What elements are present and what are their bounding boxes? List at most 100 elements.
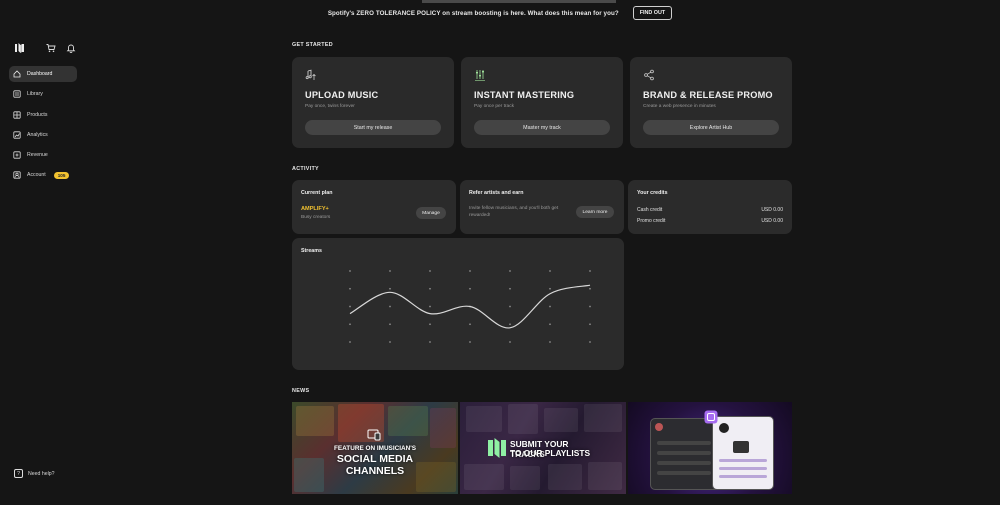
grid-dot	[589, 305, 591, 308]
list-bar	[719, 467, 767, 470]
grid-dot	[429, 270, 431, 272]
banner-text: Spotify's ZERO TOLERANCE POLICY on strea…	[327, 9, 619, 17]
sidebar-item-library[interactable]: Library	[9, 86, 77, 102]
current-plan-title: Current plan	[301, 190, 333, 196]
sidebar-item-dashboard[interactable]: Dashboard	[9, 66, 77, 82]
sidebar-item-label: Library	[27, 91, 43, 98]
grid-dot	[349, 305, 351, 308]
grid-dot	[509, 323, 511, 326]
sidebar-item-revenue[interactable]: Revenue	[9, 147, 77, 163]
sidebar-item-products[interactable]: Products	[9, 107, 77, 123]
sidebar-nav: Dashboard Library Products Analytics Rev…	[9, 66, 77, 188]
grid-dot	[549, 270, 551, 272]
news-card-app[interactable]	[628, 402, 792, 494]
instant-mastering-card: INSTANT MASTERING Pay once per track Mas…	[461, 57, 623, 148]
plan-name: AMPLIFY+	[301, 206, 329, 212]
grid-dot	[429, 305, 431, 308]
thumbnail	[464, 464, 504, 490]
grid-dot	[389, 305, 391, 308]
thumbnail	[544, 408, 578, 432]
sidebar-item-analytics[interactable]: Analytics	[9, 127, 77, 143]
imusician-logo-icon	[486, 437, 508, 464]
grid-dot	[509, 287, 511, 290]
home-icon	[13, 70, 21, 78]
list-bar	[657, 461, 711, 465]
explore-artist-hub-button[interactable]: Explore Artist Hub	[643, 120, 779, 135]
sidebar-item-label: Analytics	[27, 131, 48, 138]
grid-dot	[509, 270, 511, 272]
grid-dot	[549, 287, 551, 290]
manage-button[interactable]: Manage	[416, 207, 446, 219]
thumbnail	[466, 406, 502, 432]
credit-value: USD 0.00	[761, 207, 783, 213]
grid-dot	[349, 341, 351, 343]
sidebar-item-label: Revenue	[27, 152, 48, 159]
card-title: BRAND & RELEASE PROMO	[643, 90, 773, 100]
thumbnail	[584, 404, 622, 432]
grid-dot	[469, 270, 471, 272]
card-subtitle: Pay once, twins forever	[305, 104, 355, 109]
grid-dot	[549, 305, 551, 308]
card-subtitle: Create a web presence in minutes	[643, 104, 716, 109]
cart-icon[interactable]	[46, 40, 56, 53]
streams-chart	[349, 270, 591, 343]
card-subtitle: Pay once per track	[474, 104, 514, 109]
grid-dot	[429, 323, 431, 326]
promo-credit-row: Promo credit USD 0.00	[637, 218, 783, 224]
grid-dot	[589, 341, 591, 343]
account-icon	[13, 171, 21, 180]
thumbnail	[508, 404, 538, 434]
share-icon	[643, 68, 655, 81]
mastering-icon	[474, 68, 486, 81]
activity-title: ACTIVITY	[292, 166, 319, 172]
grid-dot	[509, 305, 511, 308]
news-headline-line2: TO OUR PLAYLISTS	[510, 448, 591, 458]
list-bar	[657, 441, 711, 445]
grid-dot	[469, 323, 471, 326]
products-icon	[13, 110, 21, 119]
sidebar-item-label: Dashboard	[27, 71, 53, 77]
need-help-link[interactable]: ? Need help?	[14, 469, 55, 478]
thumbnail	[510, 466, 540, 490]
learn-more-button[interactable]: Learn more	[576, 206, 614, 218]
list-bar	[719, 459, 767, 462]
news-headline-line2: SOCIAL MEDIA	[336, 453, 414, 465]
news-title: NEWS	[292, 388, 310, 394]
help-icon: ?	[14, 469, 23, 478]
master-my-track-button[interactable]: Master my track	[474, 120, 610, 135]
news-headline-line1: FEATURE ON IMUSICIAN'S	[334, 445, 416, 452]
bell-icon[interactable]	[66, 40, 76, 53]
grid-dot	[389, 270, 391, 272]
logo-icon[interactable]	[14, 40, 26, 53]
analytics-icon	[13, 131, 21, 139]
news-card-social-media[interactable]: FEATURE ON IMUSICIAN'S SOCIAL MEDIA CHAN…	[292, 402, 458, 494]
find-out-button[interactable]: FIND OUT	[632, 6, 673, 20]
thumbnail	[733, 441, 749, 453]
phone-screen-icon	[367, 428, 381, 446]
grid-dot	[349, 287, 351, 290]
credit-label: Cash credit	[637, 207, 663, 213]
grid-dot	[509, 341, 511, 343]
card-title: INSTANT MASTERING	[474, 90, 575, 100]
grid-dot	[549, 341, 551, 343]
get-started-title: GET STARTED	[292, 42, 333, 48]
help-label: Need help?	[28, 470, 55, 477]
brand-release-promo-card: BRAND & RELEASE PROMO Create a web prese…	[630, 57, 792, 148]
sidebar-item-account[interactable]: Account 105	[9, 167, 77, 183]
grid-dot	[589, 287, 591, 290]
announcement-banner: Spotify's ZERO TOLERANCE POLICY on strea…	[0, 3, 1000, 23]
app-mockup-front	[712, 416, 774, 490]
list-bar	[657, 471, 711, 475]
card-title: UPLOAD MUSIC	[305, 90, 379, 100]
avatar	[655, 423, 663, 431]
grid-dot	[349, 323, 351, 326]
news-card-playlists[interactable]: SUBMIT YOUR TRACKS TO OUR PLAYLISTS	[460, 402, 626, 494]
credit-badge: 105	[53, 171, 70, 179]
grid-dot	[469, 287, 471, 290]
credit-value: USD 0.00	[761, 218, 783, 224]
start-my-release-button[interactable]: Start my release	[305, 120, 441, 135]
upload-music-card: UPLOAD MUSIC Pay once, twins forever Sta…	[292, 57, 454, 148]
library-icon	[13, 90, 21, 98]
thumbnail	[296, 406, 334, 436]
app-mockup-icon	[704, 410, 718, 429]
